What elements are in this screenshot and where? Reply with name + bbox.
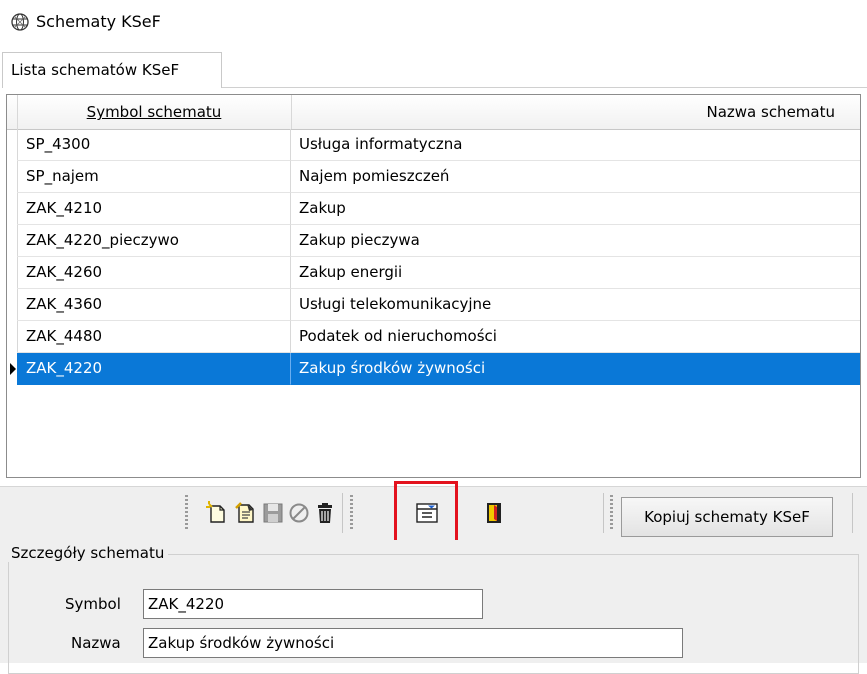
symbol-input[interactable] — [143, 589, 483, 619]
toolbar-grip[interactable] — [350, 495, 353, 531]
edit-icon[interactable] — [233, 500, 259, 526]
copy-schemes-button[interactable]: Kopiuj schematy KSeF — [621, 497, 833, 537]
cell-symbol[interactable]: ZAK_4220_pieczywo — [17, 225, 291, 257]
table-row[interactable]: ZAK_4260 Zakup energii — [7, 257, 860, 289]
cell-name[interactable]: Zakup — [291, 193, 860, 225]
cell-symbol[interactable]: SP_4300 — [17, 129, 291, 161]
cell-symbol[interactable]: SP_najem — [17, 161, 291, 193]
cell-name[interactable]: Zakup energii — [291, 257, 860, 289]
cell-symbol[interactable]: ZAK_4480 — [17, 321, 291, 353]
cell-name[interactable]: Usługi telekomunikacyjne — [291, 289, 860, 321]
tab-label: Lista schematów KSeF — [11, 61, 180, 79]
table-row[interactable]: ZAK_4480 Podatek od nieruchomości — [7, 321, 860, 353]
toolbar-separator — [852, 493, 853, 533]
cell-name[interactable]: Usługa informatyczna — [291, 129, 860, 161]
table-row[interactable]: ZAK_4360 Usługi telekomunikacyjne — [7, 289, 860, 321]
table-row[interactable]: ZAK_4220_pieczywo Zakup pieczywa — [7, 225, 860, 257]
toolbar-grip[interactable] — [610, 495, 613, 531]
details-legend: Szczegóły schematu — [7, 544, 169, 562]
toolbar-separator — [342, 493, 343, 533]
grid-header: Symbol schematu Nazwa schematu — [7, 95, 860, 130]
save-icon[interactable] — [260, 500, 286, 526]
symbol-label: Symbol — [65, 595, 121, 613]
name-input[interactable] — [143, 628, 683, 658]
scheme-globe-icon — [11, 13, 29, 31]
new-icon[interactable] — [204, 500, 230, 526]
window-title: Schematy KSeF — [36, 12, 161, 31]
toolbar-separator — [603, 493, 604, 533]
cell-symbol[interactable]: ZAK_4220 — [17, 353, 291, 385]
cell-name[interactable]: Najem pomieszczeń — [291, 161, 860, 193]
table-row[interactable]: ZAK_4210 Zakup — [7, 193, 860, 225]
name-label: Nazwa — [71, 634, 121, 652]
cancel-icon[interactable] — [286, 500, 312, 526]
toolbar-grip[interactable] — [185, 495, 188, 531]
tab-lista-schematow[interactable]: Lista schematów KSeF — [2, 52, 222, 88]
cell-symbol[interactable]: ZAK_4360 — [17, 289, 291, 321]
tab-divider — [222, 87, 867, 88]
details-panel: Szczegóły schematu Symbol Nazwa — [0, 540, 867, 674]
cell-symbol[interactable]: ZAK_4260 — [17, 257, 291, 289]
table-row-selected[interactable]: ZAK_4220 Zakup środków żywności — [7, 353, 860, 385]
title-bar: Schematy KSeF — [0, 0, 867, 44]
cell-name[interactable]: Zakup pieczywa — [291, 225, 860, 257]
cell-symbol[interactable]: ZAK_4210 — [17, 193, 291, 225]
highlight-box — [394, 481, 458, 547]
delete-icon[interactable] — [312, 500, 338, 526]
cell-name[interactable]: Podatek od nieruchomości — [291, 321, 860, 353]
table-row[interactable]: SP_najem Najem pomieszczeń — [7, 161, 860, 193]
column-header-name[interactable]: Nazwa schematu — [292, 95, 835, 129]
details-fieldset: Szczegóły schematu Symbol Nazwa — [7, 544, 859, 674]
table-row[interactable]: SP_4300 Usługa informatyczna — [7, 129, 860, 161]
column-header-symbol[interactable]: Symbol schematu — [17, 95, 292, 129]
schemes-grid[interactable]: Symbol schematu Nazwa schematu SP_4300 U… — [6, 94, 861, 478]
cell-name[interactable]: Zakup środków żywności — [291, 353, 860, 385]
current-row-pointer-icon — [10, 363, 16, 375]
exit-icon[interactable] — [481, 500, 507, 526]
